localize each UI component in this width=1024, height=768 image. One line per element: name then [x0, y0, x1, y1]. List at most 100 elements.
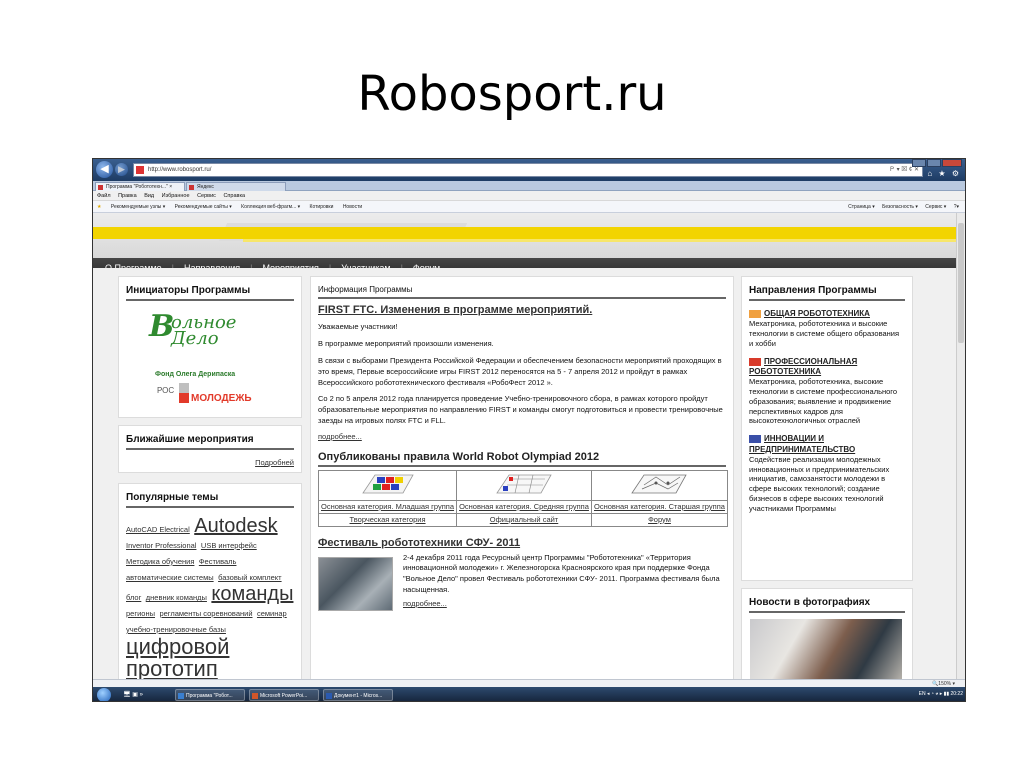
close-button[interactable]	[942, 159, 962, 167]
logo-square-grey	[179, 383, 189, 393]
tab-label: Программа "Робототехн..." ×	[106, 184, 173, 190]
photo-news-box: Новости в фотографиях	[741, 588, 913, 681]
festival-article: 2-4 декабря 2011 года Ресурсный центр Пр…	[318, 553, 726, 613]
windows-taskbar: 🖥 ▣ » Программа "Робот... Microsoft Powe…	[93, 687, 965, 701]
festival-title-link[interactable]: Фестиваль робототехники СФУ- 2011	[318, 537, 726, 549]
fav-quotes[interactable]: Котировки	[310, 204, 334, 210]
wro-middle-link[interactable]: Основная категория. Средняя группа	[456, 500, 592, 514]
fav-news[interactable]: Новости	[343, 204, 362, 210]
fav-recommended-sites[interactable]: Рекомендуемые сайты ▾	[175, 204, 232, 210]
quick-launch[interactable]: 🖥 ▣ »	[123, 691, 143, 698]
start-button[interactable]	[97, 688, 111, 701]
favorites-star-icon[interactable]: ★	[97, 204, 101, 210]
initiators-box: Инициаторы Программы В ольное Дело Фонд …	[118, 276, 302, 418]
minimize-button[interactable]	[912, 159, 926, 167]
tag-link[interactable]: Методика обучения	[126, 557, 194, 566]
wro-forum-link[interactable]: Форум	[590, 512, 729, 527]
tag-link[interactable]: Inventor Professional	[126, 541, 196, 550]
command-bar: Страница ▾ Безопасность ▾ Сервис ▾ ?▾	[842, 201, 959, 213]
article-paragraph: Со 2 по 5 апреля 2012 года планируется п…	[318, 394, 723, 426]
direction-general-text: Мехатроника, робототехника и высокие тех…	[749, 319, 900, 348]
wro-junior-field-image[interactable]	[317, 470, 458, 501]
browser-titlebar: ◀ ▶ http://www.robosport.ru/ Ｐ ▾ ⊠ ¢ ✕ ⌂…	[93, 159, 965, 181]
tag-link[interactable]: Фестиваль	[199, 557, 237, 566]
tag-link[interactable]: регламенты соревнований	[159, 609, 252, 618]
popular-title: Популярные темы	[126, 484, 294, 508]
wro-junior-link[interactable]: Основная категория. Младшая группа	[317, 500, 458, 514]
tag-link[interactable]: цифровой прототип	[126, 634, 229, 681]
menu-view[interactable]: Вид	[144, 193, 154, 199]
program-directions-box: Направления Программы ОБЩАЯ РОБОТОТЕХНИК…	[741, 276, 913, 581]
cmd-security[interactable]: Безопасность ▾	[882, 204, 918, 210]
taskbar-ie-button[interactable]: Программа "Робот...	[175, 689, 245, 701]
browser-screenshot: ◀ ▶ http://www.robosport.ru/ Ｐ ▾ ⊠ ¢ ✕ ⌂…	[92, 158, 966, 702]
news-title: Новости в фотографиях	[749, 589, 905, 613]
toolbar-icons[interactable]: ⌂ ★ ⚙	[927, 169, 961, 178]
festival-photo[interactable]	[318, 556, 393, 611]
wro-senior-field-image[interactable]	[590, 470, 729, 501]
menu-help[interactable]: Справка	[223, 193, 245, 199]
cmd-help[interactable]: ?▾	[954, 204, 959, 210]
article-title-link[interactable]: FIRST FTC. Изменения в программе меропри…	[318, 304, 726, 316]
site-favicon-icon	[136, 166, 144, 174]
tab-yandex[interactable]: Яндекс	[186, 182, 286, 191]
wro-official-site-link[interactable]: Официальный сайт	[456, 512, 592, 527]
tag-link[interactable]: регионы	[126, 609, 155, 618]
cmd-tools[interactable]: Сервис ▾	[925, 204, 946, 210]
events-title: Ближайшие мероприятия	[126, 426, 294, 450]
taskbar-word-button[interactable]: Документ1 - Micros...	[323, 689, 393, 701]
tag-link[interactable]: базовый комплект	[218, 573, 282, 582]
fav-suggested-sites[interactable]: Рекомендуемые узлы ▾	[111, 204, 165, 210]
maximize-button[interactable]	[927, 159, 941, 167]
menu-tools[interactable]: Сервис	[197, 193, 216, 199]
festival-more-link[interactable]: подробнее...	[403, 599, 723, 610]
tag-link[interactable]: USB интерфейс	[201, 541, 257, 550]
foundation-name: Фонд Олега Дерипаска	[155, 371, 236, 378]
news-photo[interactable]	[750, 619, 902, 681]
wro-middle-field-image[interactable]	[456, 470, 592, 501]
article-paragraph: В программе мероприятий произошли измене…	[318, 338, 494, 348]
direction-professional-link[interactable]: ПРОФЕССИОНАЛЬНАЯ РОБОТОТЕХНИКА	[749, 357, 857, 376]
tag-link[interactable]: AutoCAD Electrical	[126, 525, 190, 534]
direction-innovation-text: Содействие реализации молодежных инновац…	[749, 454, 890, 513]
back-arrow-icon[interactable]: ◀	[96, 161, 113, 178]
forward-arrow-icon[interactable]: ▶	[115, 163, 128, 176]
tag-link[interactable]: блог	[126, 593, 141, 602]
scrollbar-thumb[interactable]	[958, 223, 964, 343]
system-tray[interactable]: EN ◂ ◔ ◕ ▸ ▮▮ 20:22	[919, 691, 963, 697]
direction-innovation-link[interactable]: ИННОВАЦИИ И ПРЕДПРИНИМАТЕЛЬСТВО	[749, 434, 855, 453]
center-header: Информация Программы	[318, 285, 726, 299]
address-bar[interactable]: http://www.robosport.ru/ Ｐ ▾ ⊠ ¢ ✕	[133, 163, 923, 177]
events-more-link[interactable]: Подробней	[255, 458, 294, 467]
tag-link[interactable]: команды	[211, 583, 293, 605]
popular-topics-box: Популярные темы AutoCAD Electrical Autod…	[118, 483, 302, 680]
site-header-banner	[93, 213, 965, 258]
tag-link[interactable]: семинар	[257, 609, 287, 618]
menu-file[interactable]: Файл	[97, 193, 111, 199]
taskbar-powerpoint-button[interactable]: Microsoft PowerPoi...	[249, 689, 319, 701]
header-yellow-line	[243, 239, 958, 242]
tag-link[interactable]: дневник команды	[146, 593, 207, 602]
upcoming-events-box: Ближайшие мероприятия Подробней	[118, 425, 302, 473]
ros-text: РОС	[157, 386, 175, 395]
tag-link[interactable]: автоматические системы	[126, 573, 214, 582]
wro-creative-link[interactable]: Творческая категория	[317, 512, 458, 527]
volnoe-delo-logo[interactable]: В ольное Дело	[149, 309, 269, 365]
page-scrollbar[interactable]	[956, 213, 965, 679]
menu-edit[interactable]: Правка	[118, 193, 137, 199]
rosmolodezh-logo[interactable]: РОС МОЛОДЕЖЬ	[157, 383, 287, 407]
menu-favorites[interactable]: Избранное	[162, 193, 190, 199]
taskbar-label: Документ1 - Micros...	[334, 693, 383, 699]
initiators-title: Инициаторы Программы	[126, 277, 294, 301]
cmd-page[interactable]: Страница ▾	[848, 204, 875, 210]
program-info-box: Информация Программы FIRST FTC. Изменени…	[310, 276, 734, 680]
wro-senior-link[interactable]: Основная категория. Старшая группа	[590, 500, 729, 514]
article-more-link[interactable]: подробнее...	[318, 432, 726, 441]
tag-link[interactable]: учебно-тренировочные базы	[126, 625, 226, 634]
tag-link[interactable]: Autodesk	[194, 515, 277, 537]
direction-general-link[interactable]: ОБЩАЯ РОБОТОТЕХНИКА	[764, 309, 870, 318]
header-yellow-band	[93, 227, 965, 239]
tab-robosport[interactable]: Программа "Робототехн..." ×	[95, 182, 185, 191]
fav-web-slices[interactable]: Коллекция веб-фрагм... ▾	[241, 204, 300, 210]
direction-professional: ПРОФЕССИОНАЛЬНАЯ РОБОТОТЕХНИКА Мехатрони…	[749, 357, 905, 427]
